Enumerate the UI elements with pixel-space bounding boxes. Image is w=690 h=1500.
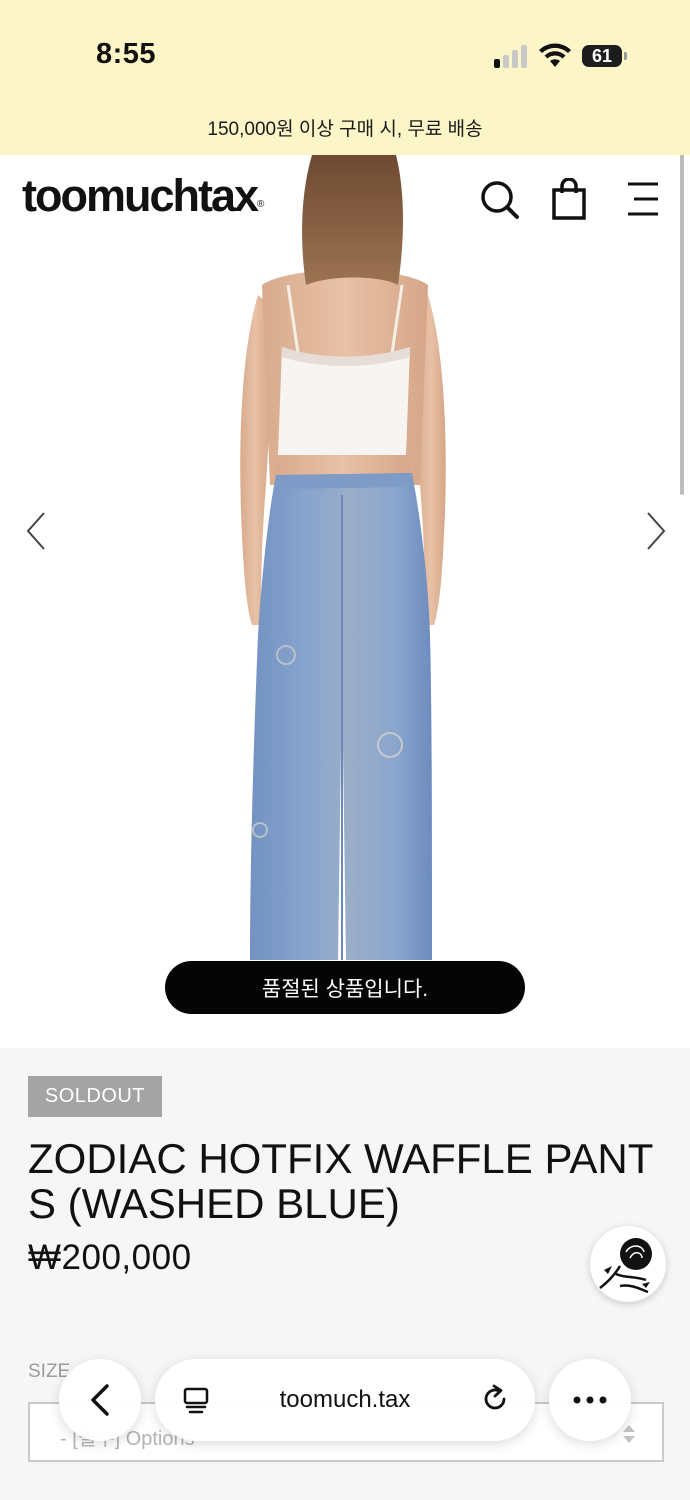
back-icon (91, 1384, 109, 1416)
product-page: 8:55 61 150,000원 이상 구매 시, 무료 배송 toomucht… (0, 0, 690, 1500)
product-image[interactable] (0, 155, 690, 1048)
product-title: ZODIAC HOTFIX WAFFLE PANTS (WASHED BLUE) (28, 1135, 654, 1227)
reload-icon[interactable] (479, 1383, 511, 1415)
wifi-icon (539, 43, 571, 67)
rose-icon (599, 1238, 652, 1294)
soldout-toast: 품절된 상품입니다. (165, 961, 525, 1014)
more-icon (573, 1396, 607, 1404)
product-price: ₩200,000 (28, 1238, 192, 1277)
registered-mark: ® (257, 199, 265, 210)
free-shipping-announcement[interactable]: 150,000원 이상 구매 시, 무료 배송 (0, 114, 690, 141)
menu-icon[interactable] (622, 178, 664, 220)
soldout-badge: SOLDOUT (28, 1076, 162, 1117)
url-text[interactable]: toomuch.tax (155, 1359, 535, 1441)
brand-logo[interactable]: toomuchtax® (22, 170, 264, 222)
search-icon[interactable] (478, 178, 520, 220)
select-caret-icon (623, 1425, 635, 1443)
status-time: 8:55 (96, 38, 157, 70)
chevron-right-icon[interactable] (644, 510, 668, 552)
page-scrollbar[interactable] (680, 150, 684, 495)
model-photo (240, 155, 446, 960)
rose-chat-icon[interactable] (590, 1226, 666, 1302)
cellular-signal-icon (494, 44, 530, 68)
battery-icon: 61 (582, 45, 627, 67)
address-bar[interactable]: toomuch.tax (155, 1359, 535, 1441)
back-button[interactable] (59, 1359, 141, 1441)
shopping-bag-icon[interactable] (548, 178, 590, 220)
chevron-left-icon[interactable] (24, 510, 48, 552)
more-button[interactable] (549, 1359, 631, 1441)
